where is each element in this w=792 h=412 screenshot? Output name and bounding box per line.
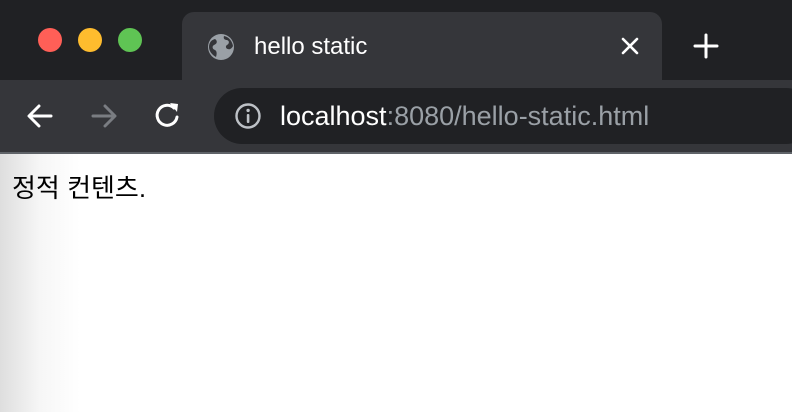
browser-tab[interactable]: hello static — [182, 12, 662, 80]
title-bar: hello static — [0, 0, 792, 80]
new-tab-button[interactable] — [692, 32, 720, 60]
forward-arrow-icon[interactable] — [88, 100, 120, 132]
address-bar[interactable]: localhost:8080/hello-static.html — [214, 88, 792, 144]
url-text[interactable]: localhost:8080/hello-static.html — [280, 100, 649, 132]
reload-icon[interactable] — [152, 100, 184, 132]
url-path: :8080/hello-static.html — [386, 101, 650, 131]
page-content: 정적 컨텐츠. — [0, 154, 792, 412]
page-text: 정적 컨텐츠. — [12, 173, 147, 203]
close-icon[interactable] — [618, 34, 642, 58]
globe-icon — [208, 34, 234, 60]
window-close-button[interactable] — [38, 28, 62, 52]
window-maximize-button[interactable] — [118, 28, 142, 52]
tab-title: hello static — [254, 33, 368, 60]
window-minimize-button[interactable] — [78, 28, 102, 52]
back-arrow-icon[interactable] — [24, 100, 56, 132]
info-icon[interactable] — [234, 102, 262, 130]
browser-toolbar: localhost:8080/hello-static.html — [0, 80, 792, 152]
url-host: localhost — [280, 101, 387, 131]
